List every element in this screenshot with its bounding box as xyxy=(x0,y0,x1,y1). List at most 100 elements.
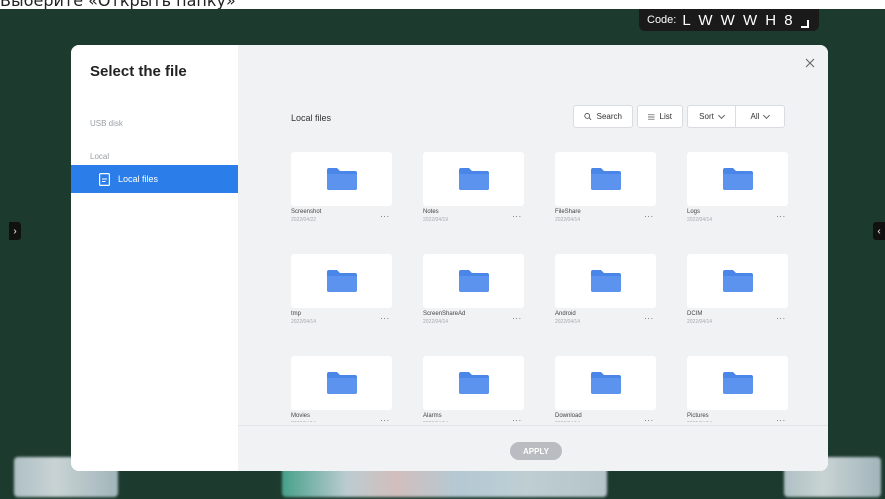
file-name: Alarms xyxy=(423,413,442,419)
more-options-icon[interactable]: ... xyxy=(644,312,654,321)
more-options-icon[interactable]: ... xyxy=(512,414,522,422)
filter-dropdown[interactable]: All xyxy=(735,105,785,128)
file-date: 2022/04/14 xyxy=(291,421,316,422)
folder-thumbnail xyxy=(291,356,392,410)
sidebar-item-label: Local files xyxy=(118,174,159,184)
file-tile[interactable]: Download 2022/04/14... xyxy=(555,356,656,422)
file-date: 2022/04/14 xyxy=(687,421,712,422)
caption-strip: Выберите «Открыть папку» xyxy=(0,0,885,9)
more-options-icon[interactable]: ... xyxy=(512,210,522,219)
file-name: Notes xyxy=(423,209,439,215)
folder-thumbnail xyxy=(423,356,524,410)
file-date: 2022/04/22 xyxy=(291,217,317,223)
file-tile[interactable]: DCIM 2022/04/14... xyxy=(687,254,788,325)
file-date: 2022/04/14 xyxy=(555,421,580,422)
file-tile[interactable]: Android 2022/04/14... xyxy=(555,254,656,325)
file-tile[interactable]: tmp 2022/04/14... xyxy=(291,254,392,325)
more-options-icon[interactable]: ... xyxy=(380,414,390,422)
file-date: 2022/04/14 xyxy=(555,319,581,325)
folder-thumbnail xyxy=(555,152,656,206)
folder-icon xyxy=(326,372,357,394)
folder-thumbnail xyxy=(423,152,524,206)
list-view-button[interactable]: List xyxy=(637,105,683,128)
file-tile[interactable]: Screenshot 2022/04/22... xyxy=(291,152,392,223)
expand-left-button[interactable]: › xyxy=(9,222,21,240)
resize-corner-icon xyxy=(800,20,809,28)
list-icon xyxy=(648,113,655,120)
file-name: Logs xyxy=(687,209,701,215)
sidebar-item-local-files[interactable]: Local files xyxy=(71,165,238,193)
sidebar-section-local: Local xyxy=(90,152,110,161)
sidebar-section-usb[interactable]: USB disk xyxy=(90,119,123,128)
file-name: Download xyxy=(555,413,582,419)
folder-icon xyxy=(326,270,357,292)
more-options-icon[interactable]: ... xyxy=(644,414,654,422)
file-name: Screenshot xyxy=(291,209,322,215)
page-title: Local files xyxy=(291,113,332,123)
folder-icon xyxy=(722,168,753,190)
folder-icon xyxy=(590,168,621,190)
search-icon xyxy=(584,113,592,121)
file-tile[interactable]: FileShare 2022/04/14... xyxy=(555,152,656,223)
folder-thumbnail xyxy=(555,254,656,308)
file-date: 2022/04/14 xyxy=(555,217,581,223)
file-date: 2022/04/14 xyxy=(423,319,449,325)
dialog-footer: APPLY xyxy=(238,425,828,471)
file-name: FileShare xyxy=(555,209,581,215)
chevron-left-icon: ‹ xyxy=(877,225,881,237)
file-select-dialog: Select the file USB disk Local Local fil… xyxy=(71,45,828,471)
file-name: Android xyxy=(555,311,576,317)
folder-thumbnail xyxy=(555,356,656,410)
file-name: tmp xyxy=(291,311,302,317)
file-tile[interactable]: Logs 2022/04/14... xyxy=(687,152,788,223)
file-date: 2022/04/19 xyxy=(423,217,449,223)
more-options-icon[interactable]: ... xyxy=(776,210,786,219)
apply-button[interactable]: APPLY xyxy=(510,442,562,460)
folder-thumbnail xyxy=(687,356,788,410)
folder-icon xyxy=(590,372,621,394)
folder-thumbnail xyxy=(423,254,524,308)
file-tile[interactable]: Movies 2022/04/14... xyxy=(291,356,392,422)
folder-icon xyxy=(722,372,753,394)
folder-thumbnail xyxy=(687,254,788,308)
dialog-sidebar: Select the file USB disk Local Local fil… xyxy=(71,45,238,471)
folder-icon xyxy=(458,270,489,292)
file-date: 2022/04/14 xyxy=(687,217,713,223)
document-icon xyxy=(99,172,110,186)
file-tile[interactable]: Alarms 2022/04/14... xyxy=(423,356,524,422)
file-tile[interactable]: ScreenShareAd 2022/04/14... xyxy=(423,254,524,325)
code-value: L W W W H 8 xyxy=(682,11,795,29)
code-label: Code: xyxy=(647,14,677,26)
more-options-icon[interactable]: ... xyxy=(380,210,390,219)
more-options-icon[interactable]: ... xyxy=(644,210,654,219)
folder-thumbnail xyxy=(291,152,392,206)
code-badge: Code: L W W W H 8 xyxy=(639,9,819,31)
expand-right-button[interactable]: ‹ xyxy=(873,222,885,240)
file-date: 2022/04/14 xyxy=(687,319,713,325)
close-icon[interactable] xyxy=(804,57,816,69)
file-date: 2022/04/14 xyxy=(291,319,317,325)
chevron-down-icon xyxy=(763,111,771,119)
caption-text: Выберите «Открыть папку» xyxy=(0,0,236,9)
file-tile[interactable]: Pictures 2022/04/14... xyxy=(687,356,788,422)
file-name: DCIM xyxy=(687,311,703,317)
more-options-icon[interactable]: ... xyxy=(776,312,786,321)
toolbar: Search List Sort All xyxy=(573,105,785,130)
folder-icon xyxy=(590,270,621,292)
list-label: List xyxy=(659,112,672,121)
folder-icon xyxy=(458,168,489,190)
file-name: Pictures xyxy=(687,413,709,419)
search-button[interactable]: Search xyxy=(573,105,633,128)
sort-dropdown[interactable]: Sort xyxy=(687,105,735,128)
dialog-title: Select the file xyxy=(90,63,187,80)
more-options-icon[interactable]: ... xyxy=(776,414,786,422)
file-tile[interactable]: Notes 2022/04/19... xyxy=(423,152,524,223)
more-options-icon[interactable]: ... xyxy=(380,312,390,321)
folder-icon xyxy=(326,168,357,190)
folder-thumbnail xyxy=(291,254,392,308)
dialog-main: Local files Search List Sort All Screens… xyxy=(238,45,828,471)
file-name: Movies xyxy=(291,413,311,419)
chevron-down-icon xyxy=(717,111,725,119)
more-options-icon[interactable]: ... xyxy=(512,312,522,321)
search-label: Search xyxy=(596,112,622,121)
